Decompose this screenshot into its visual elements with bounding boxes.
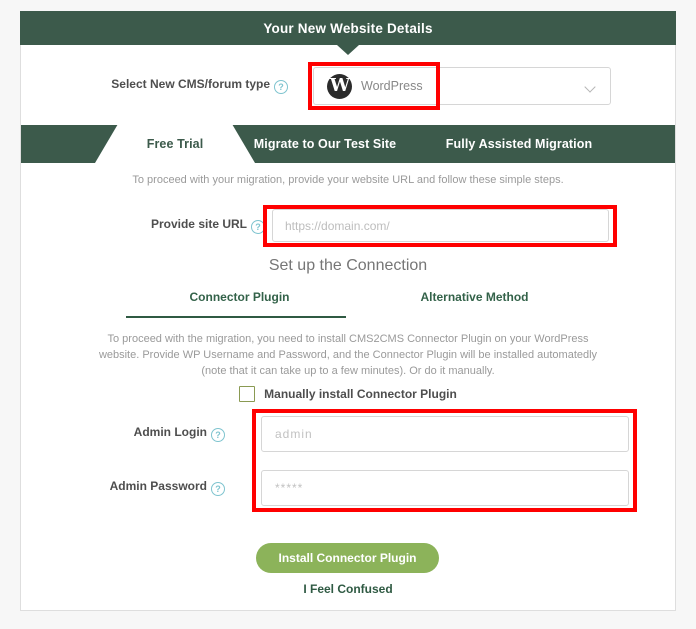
subtab-connector-plugin-label: Connector Plugin (189, 290, 290, 304)
admin-password-label: Admin Password? (50, 479, 225, 496)
wordpress-icon: W (327, 73, 352, 99)
i-feel-confused-link[interactable]: I Feel Confused (21, 582, 675, 596)
cms-selected-value: WordPress (361, 79, 423, 93)
tab-fully-assisted-migration-label: Fully Assisted Migration (445, 137, 593, 151)
intro-text: To proceed with your migration, provide … (132, 174, 564, 186)
admin-password-input[interactable] (261, 470, 629, 506)
tab-free-trial[interactable]: Free Trial (95, 125, 255, 163)
setup-body-note: To proceed with the migration, you need … (98, 333, 598, 377)
manual-install-label[interactable]: Manually install Connector Plugin (264, 387, 457, 401)
tab-fully-assisted-migration[interactable]: Fully Assisted Migration (419, 125, 619, 163)
help-icon-admin-login[interactable]: ? (211, 428, 225, 442)
tab-strip: Free Trial Migrate to Our Test Site Full… (21, 125, 675, 163)
help-icon-cms[interactable]: ? (274, 80, 288, 94)
admin-login-label-text: Admin Login (133, 425, 207, 439)
admin-login-input[interactable] (261, 416, 629, 452)
help-icon-site-url[interactable]: ? (251, 220, 265, 234)
help-icon-admin-password[interactable]: ? (211, 482, 225, 496)
tab-free-trial-label: Free Trial (146, 137, 204, 151)
admin-password-label-text: Admin Password (109, 479, 207, 493)
subtab-alternative-method[interactable]: Alternative Method (373, 290, 576, 304)
cms-select-label-text: Select New CMS/forum type (111, 77, 270, 91)
admin-login-label: Admin Login? (50, 425, 225, 442)
cms-select-dropdown[interactable]: W WordPress (313, 67, 611, 105)
subtab-connector-plugin[interactable]: Connector Plugin (126, 290, 353, 304)
manual-install-row: Manually install Connector Plugin (21, 386, 675, 402)
subtab-active-underline (126, 316, 346, 318)
card-header: Your New Website Details (20, 11, 676, 45)
setup-connection-heading: Set up the Connection (268, 257, 428, 274)
site-url-label: Provide site URL? (90, 217, 265, 234)
cms-select-label: Select New CMS/forum type? (88, 75, 288, 94)
site-url-label-text: Provide site URL (150, 217, 247, 231)
header-caret-icon (337, 45, 359, 55)
site-url-input[interactable] (272, 209, 609, 242)
manual-install-checkbox[interactable] (239, 386, 256, 402)
page-root: Your New Website Details Select New CMS/… (0, 0, 696, 629)
tab-migrate-test-site-label: Migrate to Our Test Site (253, 137, 397, 151)
setup-subtabs: Connector Plugin Alternative Method (126, 290, 576, 316)
subtab-alternative-method-label: Alternative Method (420, 290, 529, 304)
install-connector-plugin-button[interactable]: Install Connector Plugin (256, 543, 439, 573)
page-title: Your New Website Details (263, 20, 433, 36)
tab-migrate-test-site[interactable]: Migrate to Our Test Site (235, 125, 415, 163)
chevron-down-icon[interactable] (584, 81, 596, 93)
